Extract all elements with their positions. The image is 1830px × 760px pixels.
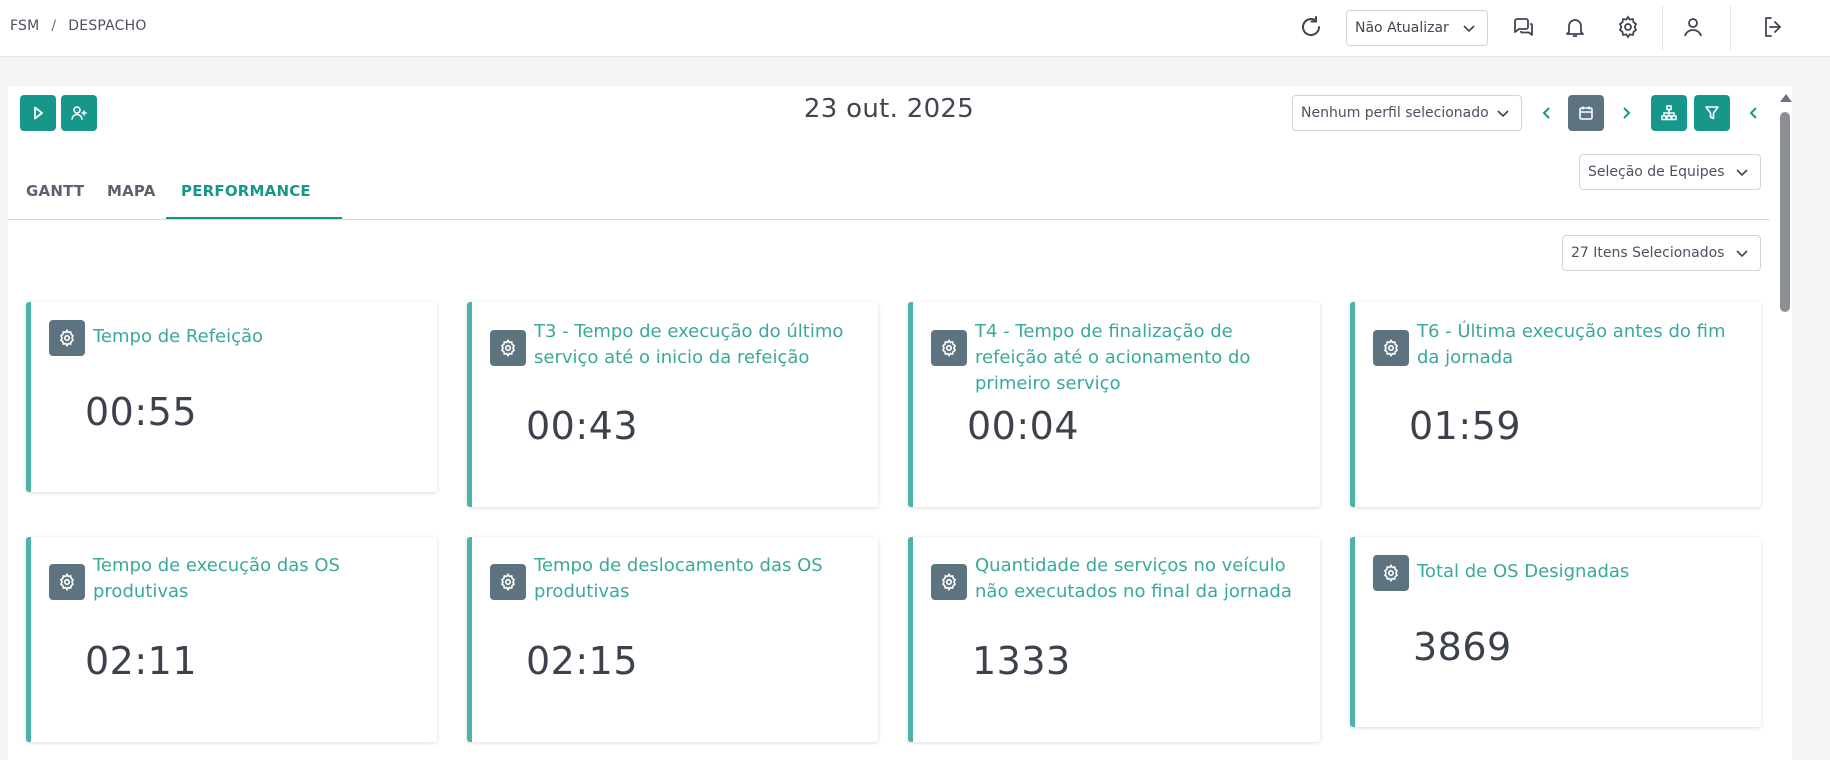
card-settings-button[interactable] xyxy=(490,564,526,600)
topbar-divider xyxy=(1730,6,1731,50)
tab-mapa[interactable]: MAPA xyxy=(107,182,156,200)
scroll-up-arrow-icon[interactable] xyxy=(1780,94,1792,102)
chat-icon[interactable] xyxy=(1508,12,1538,42)
card-settings-button[interactable] xyxy=(1373,330,1409,366)
metric-card: Total de OS Designadas 3869 xyxy=(1350,537,1761,727)
metric-value: 3869 xyxy=(1413,625,1512,669)
metric-card: Quantidade de serviços no veículo não ex… xyxy=(908,537,1320,742)
breadcrumb: FSM / DESPACHO xyxy=(10,18,147,34)
filter-icon xyxy=(1705,106,1719,120)
profile-select-value: Nenhum perfil selecionado xyxy=(1301,105,1489,121)
tab-performance[interactable]: PERFORMANCE xyxy=(181,182,311,200)
gear-icon xyxy=(59,329,75,347)
gear-icon xyxy=(500,573,516,591)
metric-value: 00:04 xyxy=(967,404,1080,448)
metric-title: T4 - Tempo de finalização de refeição at… xyxy=(975,321,1251,394)
gear-icon xyxy=(1383,564,1399,582)
chevron-left-icon xyxy=(1542,107,1550,119)
gear-icon xyxy=(59,573,75,591)
chevron-down-icon xyxy=(1463,25,1475,33)
active-tab-indicator xyxy=(166,217,342,219)
metric-card: T3 - Tempo de execução do último serviço… xyxy=(467,302,878,507)
items-select[interactable]: 27 Itens Selecionados xyxy=(1562,235,1761,271)
metric-value: 1333 xyxy=(972,639,1071,683)
tab-gantt[interactable]: GANTT xyxy=(26,182,84,200)
refresh-icon[interactable] xyxy=(1296,12,1326,42)
bell-icon[interactable] xyxy=(1560,12,1590,42)
items-select-value: 27 Itens Selecionados xyxy=(1571,245,1725,261)
metric-value: 00:55 xyxy=(85,390,198,434)
calendar-button[interactable] xyxy=(1568,95,1604,131)
breadcrumb-separator: / xyxy=(51,18,57,34)
metric-card: Tempo de Refeição 00:55 xyxy=(26,302,437,492)
gear-icon xyxy=(941,339,957,357)
filter-button[interactable] xyxy=(1694,95,1730,131)
metric-title: Tempo de Refeição xyxy=(93,326,264,347)
hierarchy-button[interactable] xyxy=(1651,95,1687,131)
metric-card: Tempo de deslocamento das OS produtivas … xyxy=(467,537,878,742)
scrollbar-thumb[interactable] xyxy=(1780,112,1790,312)
sitemap-icon xyxy=(1661,105,1677,121)
user-icon[interactable] xyxy=(1678,12,1708,42)
chevron-down-icon xyxy=(1497,110,1509,118)
gear-icon xyxy=(1383,339,1399,357)
chevron-left-icon xyxy=(1749,107,1757,119)
view-tabs: GANTT MAPA PERFORMANCE xyxy=(8,172,1770,220)
previous-date-button[interactable] xyxy=(1535,95,1559,131)
chevron-down-icon xyxy=(1736,250,1748,258)
metric-title: Tempo de execução das OS produtivas xyxy=(93,555,340,602)
metric-title: T6 - Última execução antes do fim da jor… xyxy=(1417,321,1726,368)
auto-refresh-select[interactable]: Não Atualizar xyxy=(1346,10,1488,46)
logout-icon[interactable] xyxy=(1758,12,1788,42)
profile-select[interactable]: Nenhum perfil selecionado xyxy=(1292,95,1522,131)
metric-title: Total de OS Designadas xyxy=(1417,561,1630,582)
metric-title: T3 - Tempo de execução do último serviço… xyxy=(534,321,844,368)
metric-title: Tempo de deslocamento das OS produtivas xyxy=(534,555,823,602)
calendar-icon xyxy=(1579,106,1593,120)
metric-card: Tempo de execução das OS produtivas 02:1… xyxy=(26,537,437,742)
metric-value: 02:11 xyxy=(85,639,198,683)
metric-value: 01:59 xyxy=(1409,404,1522,448)
card-settings-button[interactable] xyxy=(49,320,85,356)
card-settings-button[interactable] xyxy=(1373,555,1409,591)
metric-card: T6 - Última execução antes do fim da jor… xyxy=(1350,302,1761,507)
card-settings-button[interactable] xyxy=(490,330,526,366)
breadcrumb-root[interactable]: FSM xyxy=(10,18,39,34)
metric-value: 02:15 xyxy=(526,639,639,683)
metric-value: 00:43 xyxy=(526,404,639,448)
topbar-divider xyxy=(1662,6,1663,50)
card-settings-button[interactable] xyxy=(931,330,967,366)
gear-icon xyxy=(500,339,516,357)
collapse-panel-button[interactable] xyxy=(1742,95,1766,131)
metric-title: Quantidade de serviços no veículo não ex… xyxy=(975,555,1292,602)
gear-icon[interactable] xyxy=(1613,12,1643,42)
next-date-button[interactable] xyxy=(1614,95,1638,131)
breadcrumb-current: DESPACHO xyxy=(68,18,147,34)
chevron-right-icon xyxy=(1623,107,1631,119)
card-settings-button[interactable] xyxy=(49,564,85,600)
card-settings-button[interactable] xyxy=(931,564,967,600)
metric-card: T4 - Tempo de finalização de refeição at… xyxy=(908,302,1320,507)
top-bar: FSM / DESPACHO Não Atualizar xyxy=(0,0,1830,57)
gear-icon xyxy=(941,573,957,591)
auto-refresh-value: Não Atualizar xyxy=(1355,20,1449,36)
